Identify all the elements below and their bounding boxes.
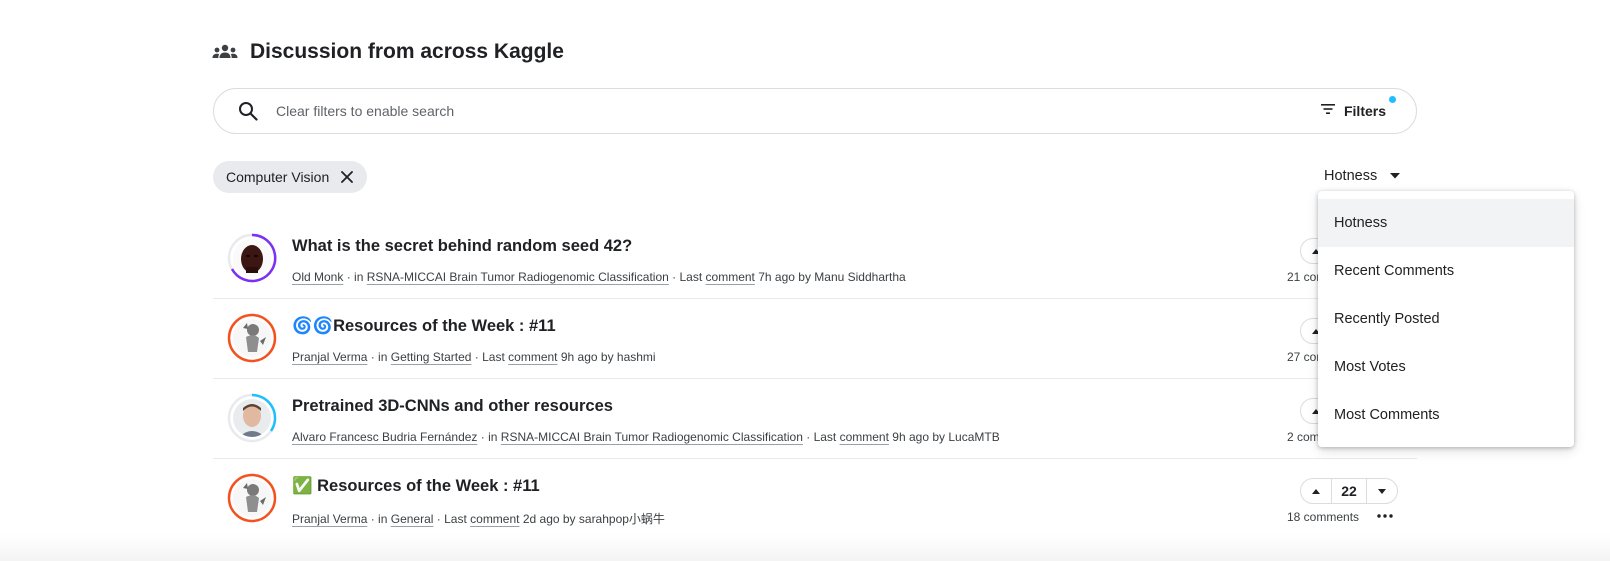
last-activity: 7h ago by Manu Siddhartha	[758, 270, 906, 284]
avatar-image	[233, 479, 271, 517]
last-activity: 9h ago by LucaMTB	[892, 430, 1000, 444]
search-icon	[238, 100, 260, 122]
in-text: in	[354, 270, 364, 284]
last-text: Last	[813, 430, 837, 444]
forum-link[interactable]: RSNA-MICCAI Brain Tumor Radiogenomic Cla…	[501, 430, 803, 444]
bottom-fade	[0, 533, 1610, 561]
forum-link[interactable]: Getting Started	[391, 350, 472, 364]
more-options-icon[interactable]	[1375, 509, 1395, 523]
last-activity: 9h ago by hashmi	[560, 350, 656, 364]
sort-select[interactable]: Hotness	[1324, 168, 1401, 184]
topic-title[interactable]: 🌀🌀Resources of the Week : #11	[292, 317, 556, 336]
page-title: Discussion from across Kaggle	[250, 40, 564, 63]
vote-widget: 22	[1300, 478, 1398, 504]
sort-option-most-votes[interactable]: Most Votes	[1318, 343, 1574, 391]
sort-option-recent-comments[interactable]: Recent Comments	[1318, 247, 1574, 295]
topic-row[interactable]: ✅ Resources of the Week : #11 Pranjal Ve…	[213, 459, 1417, 539]
author-link[interactable]: Pranjal Verma	[292, 512, 367, 526]
in-text: in	[378, 512, 388, 526]
filters-button[interactable]: Filters	[1320, 96, 1396, 120]
topic-meta: Pranjal Verma · in Getting Started · Las…	[292, 350, 656, 364]
topic-row[interactable]: Pretrained 3D-CNNs and other resources A…	[213, 379, 1417, 459]
author-link[interactable]: Pranjal Verma	[292, 350, 367, 364]
close-icon[interactable]	[341, 171, 354, 183]
filter-chip-label: Computer Vision	[226, 169, 330, 185]
filter-chip: Computer Vision	[213, 161, 368, 193]
filter-list-icon	[1320, 102, 1336, 120]
sort-dropdown-menu: Hotness Recent Comments Recently Posted …	[1318, 191, 1574, 447]
author-link[interactable]: Alvaro Francesc Budria Fernández	[292, 430, 477, 444]
last-comment-link[interactable]: comment	[470, 512, 519, 526]
avatar-image	[233, 319, 271, 357]
people-group-icon	[212, 42, 238, 62]
upvote-icon[interactable]	[1301, 479, 1331, 503]
avatar[interactable]	[227, 233, 277, 283]
caret-down-icon	[1390, 173, 1401, 179]
section-header: Discussion from across Kaggle	[212, 36, 564, 68]
sort-option-recently-posted[interactable]: Recently Posted	[1318, 295, 1574, 343]
topic-meta: Alvaro Francesc Budria Fernández · in RS…	[292, 430, 1000, 444]
filters-label: Filters	[1343, 103, 1386, 119]
last-text: Last	[444, 512, 467, 526]
topic-title[interactable]: ✅ Resources of the Week : #11	[292, 477, 540, 496]
in-text: in	[378, 350, 388, 364]
topic-title[interactable]: What is the secret behind random seed 42…	[292, 237, 632, 256]
last-comment-link[interactable]: comment	[840, 430, 889, 444]
last-comment-link[interactable]: comment	[706, 270, 755, 284]
last-activity: 2d ago by sarahpop小蜗牛	[522, 512, 665, 526]
sort-option-most-comments[interactable]: Most Comments	[1318, 391, 1574, 439]
last-text: Last	[679, 270, 703, 284]
search-bar: Filters	[213, 88, 1417, 134]
topic-title[interactable]: Pretrained 3D-CNNs and other resources	[292, 397, 613, 416]
last-comment-link[interactable]: comment	[508, 350, 557, 364]
topic-meta: Old Monk · in RSNA-MICCAI Brain Tumor Ra…	[292, 270, 906, 284]
topic-meta: Pranjal Verma · in General · Last commen…	[292, 512, 665, 526]
in-text: in	[488, 430, 498, 444]
downvote-icon[interactable]	[1367, 479, 1397, 503]
last-text: Last	[482, 350, 505, 364]
avatar[interactable]	[227, 393, 277, 443]
avatar[interactable]	[227, 313, 277, 363]
comment-count[interactable]: 18 comments	[1287, 510, 1359, 524]
topic-row[interactable]: 🌀🌀Resources of the Week : #11 Pranjal Ve…	[213, 299, 1417, 379]
sort-option-hotness[interactable]: Hotness	[1318, 199, 1574, 247]
sort-label: Hotness	[1324, 168, 1378, 184]
topic-row[interactable]: What is the secret behind random seed 42…	[213, 219, 1417, 299]
search-input[interactable]	[274, 102, 1320, 120]
topic-list: What is the secret behind random seed 42…	[213, 219, 1417, 539]
author-link[interactable]: Old Monk	[292, 270, 343, 284]
vote-count: 22	[1331, 479, 1367, 503]
forum-link[interactable]: General	[391, 512, 434, 526]
avatar-image	[233, 239, 271, 277]
forum-link[interactable]: RSNA-MICCAI Brain Tumor Radiogenomic Cla…	[367, 270, 669, 284]
avatar-image	[233, 399, 271, 437]
avatar[interactable]	[227, 473, 277, 523]
active-filter-dot	[1389, 96, 1396, 103]
